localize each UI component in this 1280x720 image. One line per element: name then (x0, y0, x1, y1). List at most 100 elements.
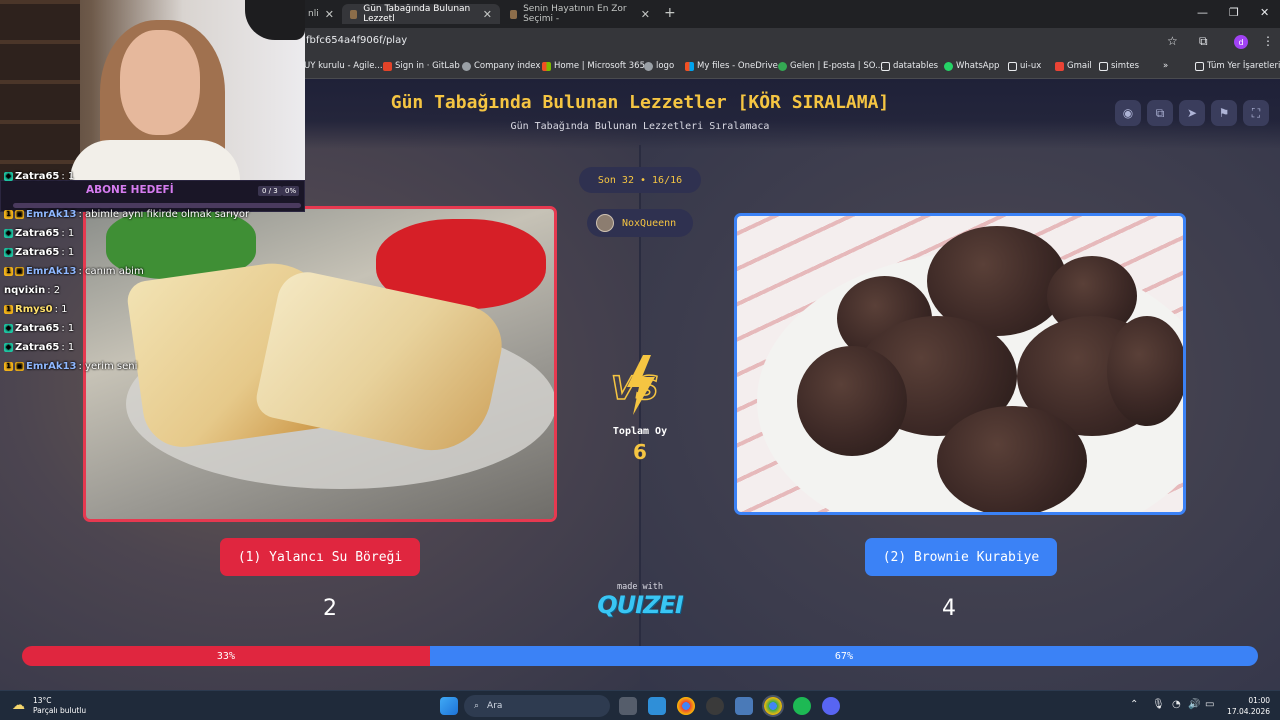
chat-username: Rmys0 (15, 304, 53, 315)
bookmark-item[interactable]: WhatsApp (944, 61, 999, 71)
gift-badge-icon: ▣ (15, 267, 24, 276)
flag-icon[interactable]: ⚑ (1211, 100, 1237, 126)
tab-title: Senin Hayatının En Zor Seçimi - (523, 4, 627, 24)
chat-overlay: ◆ Zatra65: 1 1 ▣ EmrAk13: abimle aynı fikir… (0, 171, 260, 386)
browser-tab[interactable]: Senin Hayatının En Zor Seçimi - ✕ (502, 4, 658, 24)
more-bookmarks-icon[interactable]: » (1163, 61, 1168, 71)
chat-message: 1 ▣ EmrAk13: abimle aynı fikirde olmak sar… (4, 209, 249, 220)
option-left-button[interactable]: (1) Yalancı Su Böreği (220, 538, 420, 576)
bookmark-item[interactable]: UY kurulu - Agile... (304, 61, 383, 71)
total-votes-count: 6 (633, 440, 647, 464)
bookmark-label: Gmail (1067, 61, 1092, 71)
bookmark-item[interactable]: Sign in · GitLab (383, 61, 460, 71)
chat-message: ◆ Zatra65: 1 (4, 228, 74, 239)
score-right: 4 (942, 596, 956, 621)
taskbar-search[interactable]: ⌕ Ara (464, 695, 610, 717)
folder-icon (1195, 61, 1204, 71)
tab-title: Gün Tabağında Bulunan Lezzetl (363, 4, 471, 24)
bookmark-item[interactable]: Gelen | E-posta | SO... (778, 61, 883, 71)
gift-badge-icon: 1 (4, 305, 13, 314)
obs-icon[interactable] (706, 697, 724, 715)
search-placeholder: Ara (487, 701, 503, 711)
close-window-icon[interactable]: ✕ (1260, 6, 1269, 19)
start-icon[interactable] (440, 697, 458, 715)
bookmark-item[interactable]: logo (644, 61, 674, 71)
bookmark-label: ui-ux (1020, 61, 1042, 71)
store-icon[interactable] (648, 697, 666, 715)
gmail-icon (1055, 61, 1064, 71)
percent-right: 67% (834, 650, 853, 662)
weather-widget[interactable]: 13°C Parçalı bulutlu (33, 696, 86, 716)
chat-username: EmrAk13 (26, 266, 77, 277)
spotify-icon[interactable] (793, 697, 811, 715)
date: 17.04.2026 (1227, 707, 1270, 716)
chat-text: : 1 (61, 323, 75, 334)
mail-icon (778, 61, 787, 71)
chat-username: Zatra65 (15, 342, 60, 353)
minimize-icon[interactable]: — (1197, 6, 1208, 19)
discord-icon[interactable] (822, 697, 840, 715)
microphone (245, 0, 305, 40)
folder-icon (1099, 61, 1108, 71)
all-bookmarks[interactable]: Tüm Yer İşaretleri (1195, 61, 1280, 71)
close-icon[interactable]: ✕ (483, 8, 492, 21)
bookmark-folder[interactable]: ui-ux (1008, 61, 1041, 71)
subscriber-badge-icon: ◆ (4, 248, 13, 257)
restore-icon[interactable]: ❐ (1229, 6, 1239, 19)
chat-username: Zatra65 (15, 228, 60, 239)
bookmark-folder[interactable]: simtes (1099, 61, 1139, 71)
new-tab-icon[interactable]: + (664, 5, 676, 21)
tab-title: nli (308, 9, 319, 19)
globe-icon (462, 61, 471, 71)
bookmark-item[interactable]: My files - OneDrive (685, 61, 778, 71)
bookmark-label: Tüm Yer İşaretleri (1207, 61, 1280, 71)
bookmark-item[interactable]: Company index (462, 61, 540, 71)
bookmark-label: datatables (893, 61, 939, 71)
battery-icon[interactable]: ▭ (1205, 699, 1214, 710)
clock[interactable]: 01:00 17.04.2026 (1225, 695, 1270, 717)
close-icon[interactable]: ✕ (325, 8, 334, 21)
chat-username: EmrAk13 (26, 209, 77, 220)
quiz-subtitle: Gün Tabağında Bulunan Lezzetleri Sıralam… (510, 121, 770, 132)
wifi-icon[interactable]: ◔ (1172, 699, 1181, 710)
chat-message: ◆ Zatra65: 1 (4, 171, 74, 182)
subscriber-badge-icon: ◆ (4, 343, 13, 352)
copy-icon[interactable]: ⧉ (1147, 100, 1173, 126)
chrome-profile-icon[interactable] (762, 695, 784, 717)
bookmark-folder[interactable]: datatables (881, 61, 938, 71)
mic-icon[interactable]: 🎙 (1152, 699, 1165, 710)
chat-message: 1 ▣ EmrAk13: yerim seni (4, 361, 137, 372)
folder-icon (881, 61, 890, 71)
profile-avatar[interactable]: d (1234, 35, 1248, 49)
bookmark-label: WhatsApp (956, 61, 1000, 71)
browser-tab[interactable]: nli ✕ (300, 4, 340, 24)
option-right-button[interactable]: (2) Brownie Kurabiye (865, 538, 1057, 576)
gift-badge-icon: ▣ (15, 362, 24, 371)
app-icon[interactable] (735, 697, 753, 715)
chat-message: 1 Rmys0: 1 (4, 304, 67, 315)
bookmark-item[interactable]: Home | Microsoft 365 (542, 61, 645, 71)
url-field[interactable]: fbfc654a4f906f/play (306, 35, 407, 46)
menu-icon[interactable]: ⋮ (1262, 34, 1274, 48)
subscriber-badge-icon: ◆ (4, 324, 13, 333)
chrome-icon[interactable] (677, 697, 695, 715)
gift-badge-icon: 1 (4, 267, 13, 276)
send-icon[interactable]: ➤ (1179, 100, 1205, 126)
weather-icon[interactable]: ☁ (12, 698, 25, 713)
option-card-right[interactable] (734, 213, 1186, 515)
chat-text: : 1 (61, 342, 75, 353)
chevron-up-icon[interactable]: ⌃ (1130, 699, 1138, 710)
volume-icon[interactable]: 🔊 (1188, 699, 1200, 710)
search-icon: ⌕ (474, 701, 480, 711)
chat-text: : 1 (54, 304, 68, 315)
fullscreen-icon[interactable]: ⛶ (1243, 100, 1269, 126)
eye-icon[interactable]: ◉ (1115, 100, 1141, 126)
taskbar: ☁ 13°C Parçalı bulutlu ⌕ Ara ⌃ 🎙 ◔ 🔊 ▭ 01… (0, 690, 1280, 720)
task-view-icon[interactable] (619, 697, 637, 715)
browser-tab-active[interactable]: Gün Tabağında Bulunan Lezzetl ✕ (342, 4, 500, 24)
bookmark-item[interactable]: Gmail (1055, 61, 1092, 71)
extensions-icon[interactable]: ⧉ (1199, 34, 1208, 49)
quizei-logo[interactable]: QUIZEI (590, 591, 690, 619)
star-icon[interactable]: ☆ (1167, 34, 1178, 48)
close-icon[interactable]: ✕ (641, 8, 650, 21)
